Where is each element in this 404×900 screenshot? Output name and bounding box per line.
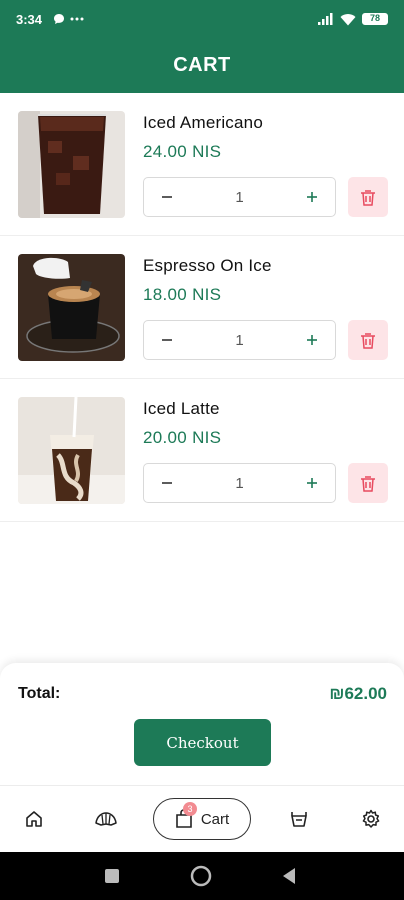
status-bar: 3:34 78 xyxy=(0,0,404,38)
back-system-button[interactable] xyxy=(277,864,301,888)
nav-menu[interactable] xyxy=(92,805,120,833)
item-price: 24.00 NIS xyxy=(143,142,222,161)
status-time: 3:34 xyxy=(16,11,43,27)
item-price: 20.00 NIS xyxy=(143,428,222,447)
product-image-iced-americano xyxy=(18,111,125,218)
cart-item: Espresso On Ice 18.00 NIS 1 xyxy=(0,236,404,379)
home-system-button[interactable] xyxy=(189,864,213,888)
quantity-stepper: 1 xyxy=(143,463,336,503)
square-icon xyxy=(105,869,119,883)
back-triangle-icon xyxy=(283,868,295,884)
battery-indicator: 78 xyxy=(362,13,388,25)
increase-quantity-button[interactable] xyxy=(303,331,321,349)
decrease-quantity-button[interactable] xyxy=(158,474,176,492)
gear-icon xyxy=(362,809,380,828)
croissant-icon xyxy=(95,812,117,826)
plus-icon xyxy=(307,335,317,345)
nav-cart-label: Cart xyxy=(200,810,230,828)
delete-item-button[interactable] xyxy=(348,463,388,503)
plus-icon xyxy=(307,192,317,202)
total-label: Total: xyxy=(18,685,61,702)
increase-quantity-button[interactable] xyxy=(303,474,321,492)
trash-icon xyxy=(361,189,375,206)
bottom-navigation: 3 Cart xyxy=(0,785,404,852)
nav-cart[interactable]: 3 Cart xyxy=(153,798,251,840)
chat-bubble-icon xyxy=(54,14,65,24)
signal-icon xyxy=(318,13,333,25)
item-name: Iced Americano xyxy=(143,113,263,132)
decrease-quantity-button[interactable] xyxy=(158,188,176,206)
quantity-value: 1 xyxy=(235,188,244,206)
page-title: CART xyxy=(173,54,231,76)
trash-icon xyxy=(361,475,375,492)
more-dots-icon xyxy=(70,17,84,21)
product-image-espresso-on-ice xyxy=(18,254,125,361)
minus-icon xyxy=(162,339,172,341)
minus-icon xyxy=(162,196,172,198)
nav-orders[interactable] xyxy=(285,805,313,833)
quantity-stepper: 1 xyxy=(143,320,336,360)
wifi-icon xyxy=(340,13,356,25)
cart-list: Iced Americano 24.00 NIS 1 Espresso On I… xyxy=(0,93,404,522)
order-summary: Total: ₪62.00 Checkout xyxy=(0,663,404,785)
minus-icon xyxy=(162,482,172,484)
item-name: Iced Latte xyxy=(143,399,220,418)
checkout-button[interactable]: Checkout xyxy=(134,719,271,766)
nav-settings[interactable] xyxy=(357,805,385,833)
quantity-value: 1 xyxy=(235,474,244,492)
cart-item: Iced Latte 20.00 NIS 1 xyxy=(0,379,404,522)
total-value: ₪62.00 xyxy=(329,684,387,703)
trash-icon xyxy=(361,332,375,349)
increase-quantity-button[interactable] xyxy=(303,188,321,206)
plus-icon xyxy=(307,478,317,488)
delete-item-button[interactable] xyxy=(348,320,388,360)
app-bar: CART xyxy=(0,38,404,93)
recents-button[interactable] xyxy=(100,864,124,888)
delete-item-button[interactable] xyxy=(348,177,388,217)
nav-home[interactable] xyxy=(20,805,48,833)
item-price: 18.00 NIS xyxy=(143,285,222,304)
basket-icon xyxy=(291,812,307,827)
quantity-stepper: 1 xyxy=(143,177,336,217)
system-navigation-bar xyxy=(0,852,404,900)
quantity-value: 1 xyxy=(235,331,244,349)
circle-icon xyxy=(190,865,212,887)
cart-count-badge: 3 xyxy=(183,802,197,816)
home-icon xyxy=(26,811,42,827)
decrease-quantity-button[interactable] xyxy=(158,331,176,349)
product-image-iced-latte xyxy=(18,397,125,504)
cart-item: Iced Americano 24.00 NIS 1 xyxy=(0,93,404,236)
item-name: Espresso On Ice xyxy=(143,256,272,275)
